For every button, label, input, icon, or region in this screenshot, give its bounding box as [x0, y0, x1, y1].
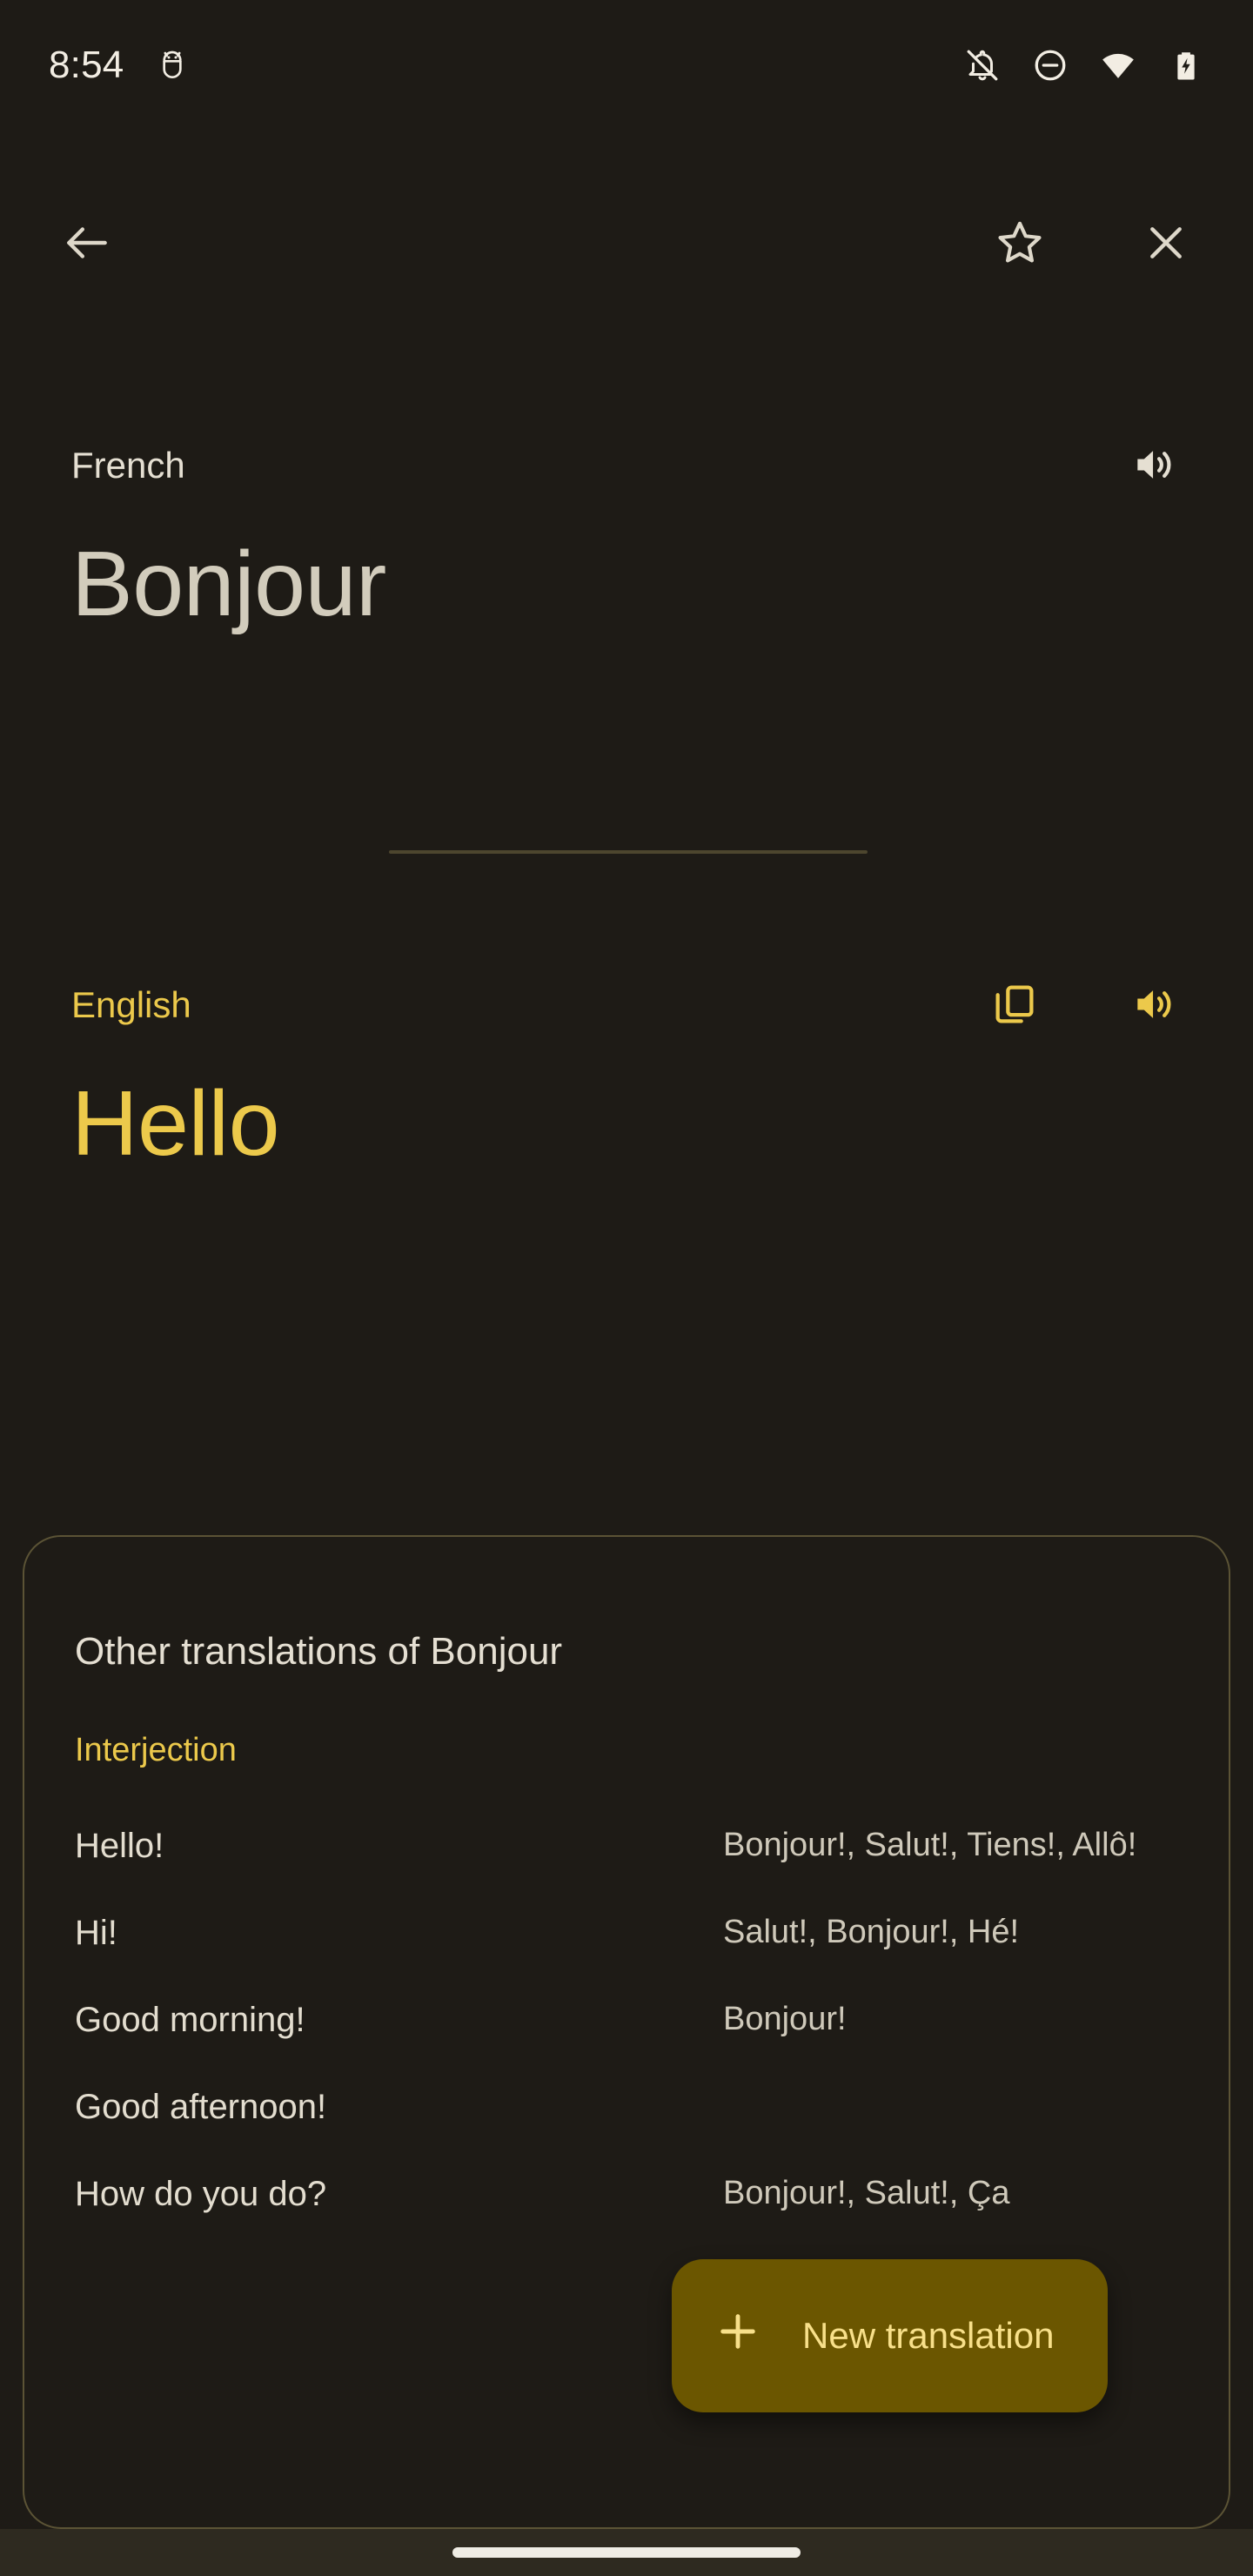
- target-language-label[interactable]: English: [71, 987, 191, 1023]
- status-clock: 8:54: [49, 44, 124, 86]
- translation-term: How do you do?: [75, 2175, 327, 2213]
- status-bar: 8:54: [0, 0, 1253, 131]
- target-text[interactable]: Hello: [71, 1075, 1182, 1172]
- app-bar-actions: [975, 198, 1211, 289]
- status-bar-right: [964, 47, 1204, 84]
- back-button[interactable]: [42, 198, 132, 289]
- new-translation-label: New translation: [802, 2315, 1055, 2356]
- translation-term: Good morning!: [75, 2001, 305, 2039]
- plus-icon: [714, 2307, 762, 2365]
- app-bar: [0, 187, 1253, 300]
- volume-up-icon: [1129, 440, 1178, 492]
- source-pane-header: French: [71, 435, 1182, 496]
- translation-term: Hello!: [75, 1827, 164, 1865]
- status-bar-left: 8:54: [49, 46, 190, 84]
- part-of-speech-label: Interjection: [75, 1732, 237, 1768]
- wifi-icon: [1100, 47, 1136, 84]
- app-screen: 8:54 French Bonjour English Hello Other …: [0, 0, 1253, 2576]
- translation-row[interactable]: How do you do? Bonjour!, Salut!, Ça: [24, 2153, 1229, 2240]
- gesture-nav-bar: [0, 2529, 1253, 2576]
- other-translations-title: Other translations of Bonjour: [75, 1630, 563, 1673]
- target-pane-header: English: [71, 975, 1182, 1036]
- translation-values: Bonjour!: [723, 2001, 847, 2037]
- battery-charging-icon: [1168, 47, 1204, 84]
- translation-values: Salut!, Bonjour!, Hé!: [723, 1914, 1020, 1950]
- source-language-label[interactable]: French: [71, 447, 185, 484]
- translation-row[interactable]: Hello! Bonjour!, Salut!, Tiens!, Allô!: [24, 1805, 1229, 1892]
- close-icon: [1141, 218, 1191, 271]
- target-listen-button[interactable]: [1126, 977, 1182, 1033]
- close-button[interactable]: [1121, 198, 1211, 289]
- translation-row[interactable]: Hi! Salut!, Bonjour!, Hé!: [24, 1892, 1229, 1979]
- do-not-disturb-icon: [1032, 47, 1069, 84]
- copy-button[interactable]: [987, 977, 1042, 1033]
- translations-list: Hello! Bonjour!, Salut!, Tiens!, Allô! Hi!…: [24, 1805, 1229, 2240]
- copy-icon: [991, 981, 1038, 1030]
- source-text[interactable]: Bonjour: [71, 535, 1182, 633]
- translation-term: Good afternoon!: [75, 2088, 327, 2126]
- new-translation-fab[interactable]: New translation: [672, 2259, 1109, 2412]
- back-arrow-icon: [60, 216, 114, 272]
- star-outline-icon: [993, 216, 1047, 272]
- source-listen-button[interactable]: [1126, 438, 1182, 493]
- source-pane: French Bonjour: [0, 435, 1253, 633]
- pane-divider: [389, 850, 868, 854]
- notifications-off-icon: [964, 47, 1001, 84]
- target-pane-actions: [987, 977, 1182, 1033]
- volume-up-icon: [1129, 980, 1178, 1031]
- translation-row[interactable]: Good afternoon!: [24, 2066, 1229, 2153]
- translation-values: Bonjour!, Salut!, Ça: [723, 2175, 1010, 2211]
- translation-values: Bonjour!, Salut!, Tiens!, Allô!: [723, 1827, 1137, 1863]
- android-bug-icon: [155, 48, 190, 83]
- target-pane: English Hello: [0, 975, 1253, 1172]
- source-pane-actions: [1126, 438, 1182, 493]
- translation-row[interactable]: Good morning! Bonjour!: [24, 1979, 1229, 2066]
- favorite-button[interactable]: [975, 198, 1065, 289]
- translation-term: Hi!: [75, 1914, 117, 1952]
- home-handle[interactable]: [452, 2547, 801, 2558]
